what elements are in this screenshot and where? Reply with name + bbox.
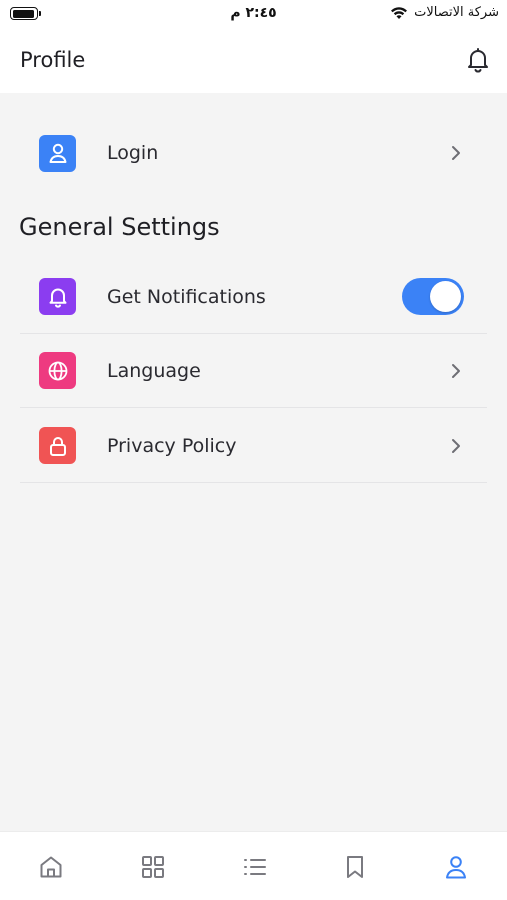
- chevron-right-icon: [449, 144, 463, 162]
- privacy-icon-tile: [39, 427, 76, 464]
- status-bar: ٢:٤٥ م شركة الاتصالات: [0, 0, 507, 30]
- login-label: Login: [107, 142, 159, 164]
- header: Profile: [0, 30, 507, 93]
- notifications-button[interactable]: [465, 45, 491, 75]
- privacy-policy-label: Privacy Policy: [107, 434, 237, 457]
- notifications-label: Get Notifications: [107, 285, 266, 308]
- globe-icon: [48, 361, 67, 380]
- user-icon: [446, 856, 466, 879]
- language-label: Language: [107, 359, 201, 382]
- language-row[interactable]: Language: [20, 334, 487, 408]
- list-icon: [244, 859, 266, 875]
- grid-icon: [142, 856, 164, 878]
- tab-bar: [0, 831, 507, 900]
- chevron-right-icon: [449, 362, 463, 380]
- tab-categories[interactable]: [138, 852, 168, 882]
- language-icon-tile: [39, 352, 76, 389]
- carrier-info: شركة الاتصالات: [390, 5, 499, 20]
- tab-home[interactable]: [36, 852, 66, 882]
- section-title-general-settings: General Settings: [19, 213, 220, 241]
- notifications-icon-tile: [39, 278, 76, 315]
- home-icon: [40, 856, 62, 878]
- settings-content: Login General Settings Get Notifications…: [0, 93, 507, 831]
- login-icon-tile: [39, 134, 76, 172]
- carrier-name: شركة الاتصالات: [414, 5, 499, 20]
- toggle-knob: [430, 281, 461, 312]
- notifications-toggle[interactable]: [402, 278, 464, 315]
- tab-profile[interactable]: [441, 852, 471, 882]
- page-title: Profile: [20, 48, 86, 72]
- chevron-right-icon: [449, 437, 463, 455]
- tab-list[interactable]: [240, 852, 270, 882]
- bell-icon: [468, 48, 488, 73]
- privacy-policy-row[interactable]: Privacy Policy: [20, 409, 487, 483]
- lock-icon: [49, 436, 66, 456]
- user-icon: [49, 143, 66, 163]
- notifications-row: Get Notifications: [20, 260, 487, 334]
- wifi-icon: [391, 6, 408, 19]
- tab-bookmarks[interactable]: [340, 852, 370, 882]
- bookmark-icon: [347, 856, 363, 878]
- bell-icon: [49, 288, 66, 308]
- login-row[interactable]: Login: [20, 116, 487, 190]
